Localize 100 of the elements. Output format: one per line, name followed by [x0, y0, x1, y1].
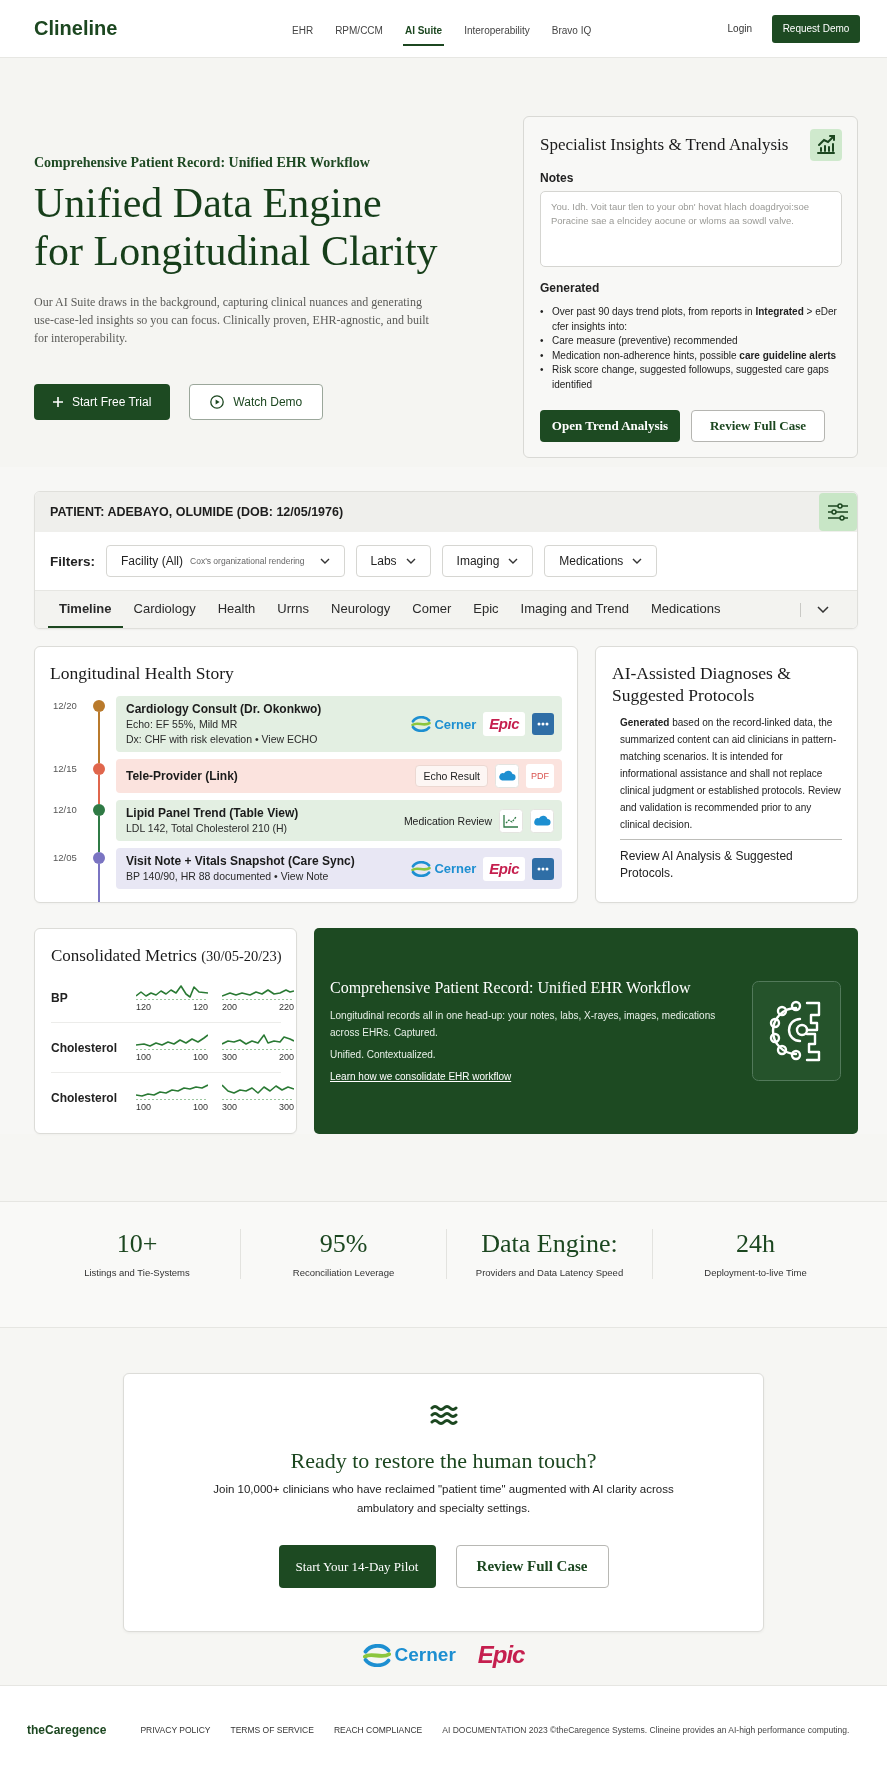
tab[interactable]: Cardiology: [122, 591, 207, 628]
stat-value: 10+: [116, 1229, 158, 1259]
waves-icon: [429, 1404, 458, 1426]
logo-wordmark: Cerner: [434, 716, 477, 732]
cloud-icon[interactable]: [530, 808, 554, 833]
watch-demo-button[interactable]: Watch Demo: [189, 383, 324, 420]
axis-label: 100: [192, 1051, 208, 1063]
nav-link[interactable]: EHR: [290, 15, 316, 46]
filter-dropdown[interactable]: Medications: [544, 545, 658, 577]
banner-tagline: Unified. Contextualized.: [330, 1048, 437, 1062]
review-ai-link[interactable]: Review AI Analysis & Suggested Protocols.: [612, 848, 842, 882]
metric-label: BP: [51, 991, 69, 1005]
generated-label: Generated: [540, 281, 601, 296]
stat-value: 24h: [736, 1229, 775, 1259]
entry-title: Cardiology Consult (Dr. Okonkwo): [126, 701, 322, 717]
entry-title: Tele-Provider (Link): [126, 768, 238, 784]
review-case-button[interactable]: Review Full Case: [455, 1545, 609, 1588]
filter-settings-button[interactable]: [819, 493, 857, 531]
filter-dropdown[interactable]: Imaging: [441, 545, 534, 577]
stat-label: Providers and Data Latency Speed: [475, 1266, 624, 1279]
sliders-icon: [827, 501, 849, 523]
metric-label: Cholesterol: [51, 1041, 118, 1055]
insight-item: Risk score change, suggested followups, suggested care gaps identified: [552, 363, 830, 392]
bullet-marker: •: [540, 363, 545, 377]
entry-link[interactable]: Medication Review: [403, 814, 492, 827]
notes-label: Notes: [540, 171, 575, 186]
swoosh-icon: [411, 860, 432, 877]
partner-wordmark: Epic: [477, 1641, 525, 1669]
learn-more-link[interactable]: Learn how we consolidate EHR workflow: [330, 1071, 512, 1082]
brand-logo[interactable]: Clineline: [34, 17, 290, 40]
chevron-down-icon: [817, 606, 829, 613]
start-pilot-button[interactable]: Start Your 14-Day Pilot: [278, 1545, 436, 1588]
nav-link[interactable]: Interoperability: [462, 15, 532, 46]
date-range: (30/05-20/23): [201, 948, 282, 964]
axis-label: 120: [136, 1001, 152, 1013]
review-case-button[interactable]: Review Full Case: [691, 410, 825, 442]
more-button[interactable]: [532, 713, 554, 735]
more-button[interactable]: [532, 857, 554, 880]
bullet-marker: •: [540, 305, 545, 319]
hero-description: Our AI Suite draws in the background, capturing clinical nuances and generating use-case-led insights so you can focus. Clinically proven, EHR-agnostic, and built for interoperability.: [34, 293, 430, 347]
tab[interactable]: Urrns: [266, 591, 321, 628]
banner-text: Longitudinal records all in one head-up: your notes, labs, X-rayes, images, medications across EHRs. Captured.: [330, 1009, 717, 1040]
request-demo-button[interactable]: Request Demo: [772, 14, 860, 43]
swoosh-icon: [411, 716, 432, 732]
axis-label: 300: [222, 1051, 238, 1063]
filter-dropdown[interactable]: Facility (All) Cox's organizational rendering: [106, 545, 345, 577]
axis-label: 120: [192, 1001, 208, 1013]
axis-label: 100: [136, 1051, 152, 1063]
axis-label: 220: [278, 1001, 294, 1013]
tab[interactable]: Timeline: [48, 591, 123, 628]
chart-icon[interactable]: [499, 808, 523, 833]
axis-label: 100: [192, 1101, 208, 1113]
tab[interactable]: Comer: [401, 591, 463, 628]
insight-item: Care measure (preventive) recommended: [552, 334, 739, 348]
bullet-marker: •: [540, 348, 545, 363]
chevron-down-icon: [405, 558, 416, 564]
nav-link[interactable]: AI Suite: [402, 15, 445, 46]
timeline-entry[interactable]: Tele-Provider (Link) Echo Result PDF: [116, 759, 562, 793]
entry-detail: BP 140/90, HR 88 documented • View Note: [126, 869, 330, 884]
axis-label: 200: [222, 1001, 238, 1013]
timeline-entry[interactable]: Lipid Panel Trend (Table View) LDL 142, Total Cholesterol 210 (H) Medication Review: [116, 800, 562, 841]
timeline-line: [98, 864, 100, 902]
stat-label: Reconciliation Leverage: [292, 1266, 395, 1279]
card-title: Longitudinal Health Story: [50, 662, 235, 684]
swoosh-icon: [362, 1643, 391, 1667]
cloud-icon[interactable]: [495, 764, 519, 788]
tab[interactable]: Health: [206, 591, 267, 628]
stat-label: Listings and Tie-Systems: [84, 1266, 190, 1279]
metric-label: Cholesterol: [51, 1091, 118, 1105]
notes-field[interactable]: You. Idh. Voit taur tlen to your obn' hovat hlach doagdryoi:soe Poracine sae a elncidey aocune or wloms aa sowdl valve.: [540, 191, 842, 267]
banner-title: Comprehensive Patient Record: Unified EHR Workflow: [330, 978, 692, 998]
timeline-entry[interactable]: Visit Note + Vitals Snapshot (Care Sync) BP 140/90, HR 88 documented • View Note Cerner Epic: [116, 848, 562, 889]
card-title: Specialist Insights & Trend Analysis: [540, 135, 789, 155]
tab[interactable]: Neurology: [320, 591, 402, 628]
nav-link[interactable]: Bravo IQ: [549, 15, 594, 46]
attachment-chip[interactable]: Echo Result: [415, 765, 488, 787]
start-trial-button[interactable]: Start Free Trial: [34, 383, 171, 420]
tab[interactable]: Imaging and Trend: [509, 591, 640, 628]
tab[interactable]: Medications: [640, 591, 732, 628]
footer-link[interactable]: REACH COMPLIANCE: [333, 1724, 423, 1735]
filter-dropdown[interactable]: Labs: [355, 545, 431, 577]
cta-text: Join 10,000+ clinicians who have reclaimed "patient time" augmented with AI clarity across ambulatory and specialty settings.: [212, 1482, 675, 1516]
open-analysis-button[interactable]: Open Trend Analysis: [540, 410, 680, 442]
pdf-tag[interactable]: PDF: [526, 764, 554, 788]
ai-disclaimer: Generated based on the record-linked data, the summarized content can aid clinicians in pattern-matching scenarios. It is intended for informational assistance and shall not replace clinical judgment or established protocols. Review and validation is recommended prior to any clinical decision.: [619, 716, 842, 832]
entry-date: 12/15: [52, 762, 78, 775]
footer-link[interactable]: PRIVACY POLICY: [140, 1724, 211, 1735]
footer-brand[interactable]: theCaregence: [27, 1722, 107, 1737]
footer-link[interactable]: TERMS OF SERVICE: [230, 1724, 314, 1735]
timeline-entry[interactable]: Cardiology Consult (Dr. Okonkwo) Echo: EF 55%, Mild MR Dx: CHF with risk elevation • View ECHO Cerner Epic: [116, 696, 562, 752]
entry-detail: Echo: EF 55%, Mild MR: [126, 717, 239, 732]
sparkline: [136, 983, 208, 1001]
bullet-marker: •: [540, 334, 545, 348]
axis-label: 100: [136, 1101, 152, 1113]
stat-value: Data Engine:: [481, 1229, 618, 1259]
login-link[interactable]: Login: [727, 23, 752, 34]
nav-link[interactable]: RPM/CCM: [333, 15, 385, 46]
logo-wordmark: Cerner: [434, 861, 477, 876]
tab[interactable]: Epic: [462, 591, 510, 628]
sparkline: [222, 1033, 294, 1051]
